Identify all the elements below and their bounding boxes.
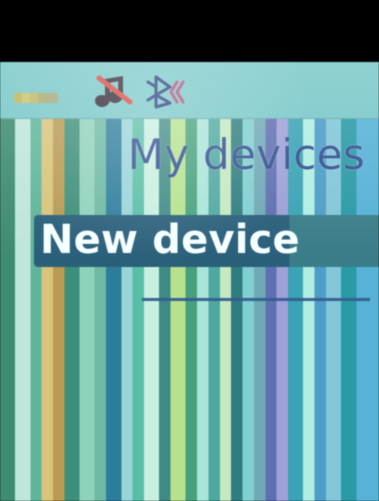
screen-glare — [0, 62, 379, 501]
device-screen: My devices New device — [0, 62, 379, 501]
music-muted-icon — [95, 75, 133, 107]
divider — [142, 298, 370, 301]
signal-icon — [14, 93, 58, 103]
page-title: My devices — [127, 130, 365, 179]
status-bar — [0, 62, 379, 119]
list-item-new-device[interactable]: New device — [34, 215, 379, 267]
list-item-label: New device — [40, 217, 300, 263]
phone-screen-photo: My devices New device — [0, 0, 379, 501]
bluetooth-icon — [146, 75, 185, 109]
